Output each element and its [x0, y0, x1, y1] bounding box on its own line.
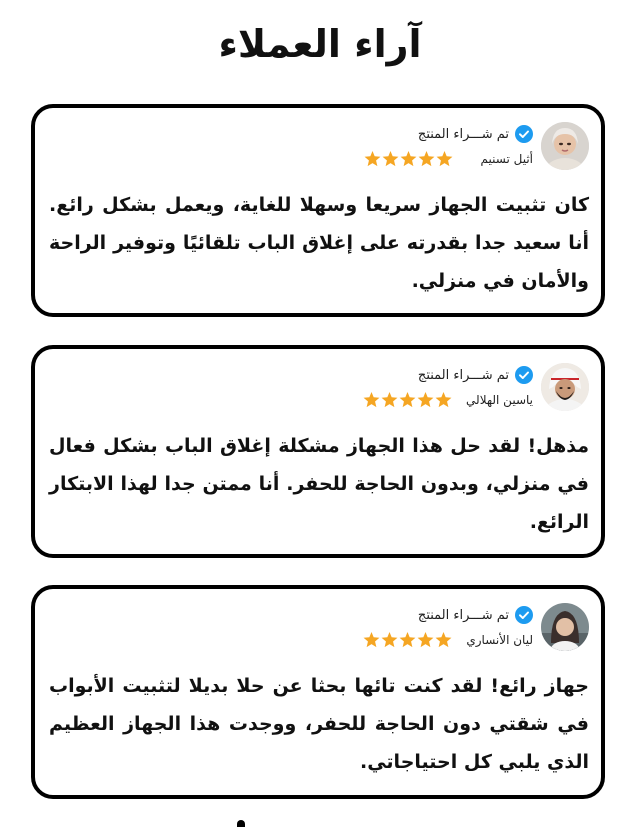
reviewer-name: أثيل تسنيم: [480, 152, 533, 166]
cropped-glyph: [237, 820, 245, 827]
star-icon: [417, 392, 434, 408]
star-icon: [435, 392, 452, 408]
verified-purchase: تم شـــراء المنتج: [418, 365, 533, 385]
review-text: كان تثبيت الجهاز سريعا وسهلا للغاية، ويع…: [49, 194, 589, 292]
verified-check-icon: [515, 125, 533, 143]
review-card: تم شـــراء المنتج ياسين الهلالي مذهل! لق…: [31, 345, 605, 558]
verified-purchase: تم شـــراء المنتج: [418, 605, 533, 625]
rating-stars: [363, 151, 453, 167]
review-text: جهاز رائع! لقد كنت تائها بحثا عن حلا بدي…: [49, 675, 589, 773]
review-card: تم شـــراء المنتج ليان الأنساري جهاز رائ…: [31, 585, 605, 799]
avatar: [541, 603, 589, 651]
star-icon: [381, 632, 398, 648]
star-icon: [381, 392, 398, 408]
review-header: تم شـــراء المنتج ليان الأنساري: [362, 601, 589, 653]
review-meta: تم شـــراء المنتج أثيل تسنيم: [363, 124, 533, 168]
star-icon: [382, 151, 399, 167]
avatar: [541, 122, 589, 170]
review-text: مذهل! لقد حل هذا الجهاز مشكلة إغلاق البا…: [49, 435, 589, 533]
review-header: تم شـــراء المنتج أثيل تسنيم: [363, 120, 589, 172]
name-row: ياسين الهلالي: [362, 391, 533, 409]
rating-stars: [362, 632, 452, 648]
star-icon: [436, 151, 453, 167]
review-meta: تم شـــراء المنتج ياسين الهلالي: [362, 365, 533, 409]
star-icon: [400, 151, 417, 167]
review-card: تم شـــراء المنتج أثيل تسنيم كان تثبيت ا…: [31, 104, 605, 317]
verified-check-icon: [515, 366, 533, 384]
rating-stars: [362, 392, 452, 408]
star-icon: [435, 632, 452, 648]
star-icon: [399, 632, 416, 648]
star-icon: [364, 151, 381, 167]
name-row: ليان الأنساري: [362, 631, 533, 649]
verified-label: تم شـــراء المنتج: [417, 367, 509, 383]
review-meta: تم شـــراء المنتج ليان الأنساري: [362, 605, 533, 649]
star-icon: [417, 632, 434, 648]
star-icon: [363, 392, 380, 408]
review-header: تم شـــراء المنتج ياسين الهلالي: [362, 361, 589, 413]
reviewer-name: ليان الأنساري: [466, 633, 533, 647]
page-title: آراء العملاء: [218, 22, 422, 66]
verified-label: تم شـــراء المنتج: [417, 607, 509, 623]
reviewer-name: ياسين الهلالي: [466, 393, 533, 407]
verified-purchase: تم شـــراء المنتج: [418, 124, 533, 144]
star-icon: [363, 632, 380, 648]
verified-label: تم شـــراء المنتج: [417, 126, 509, 142]
star-icon: [399, 392, 416, 408]
name-row: أثيل تسنيم: [363, 150, 533, 168]
star-icon: [418, 151, 435, 167]
verified-check-icon: [515, 606, 533, 624]
avatar: [541, 363, 589, 411]
